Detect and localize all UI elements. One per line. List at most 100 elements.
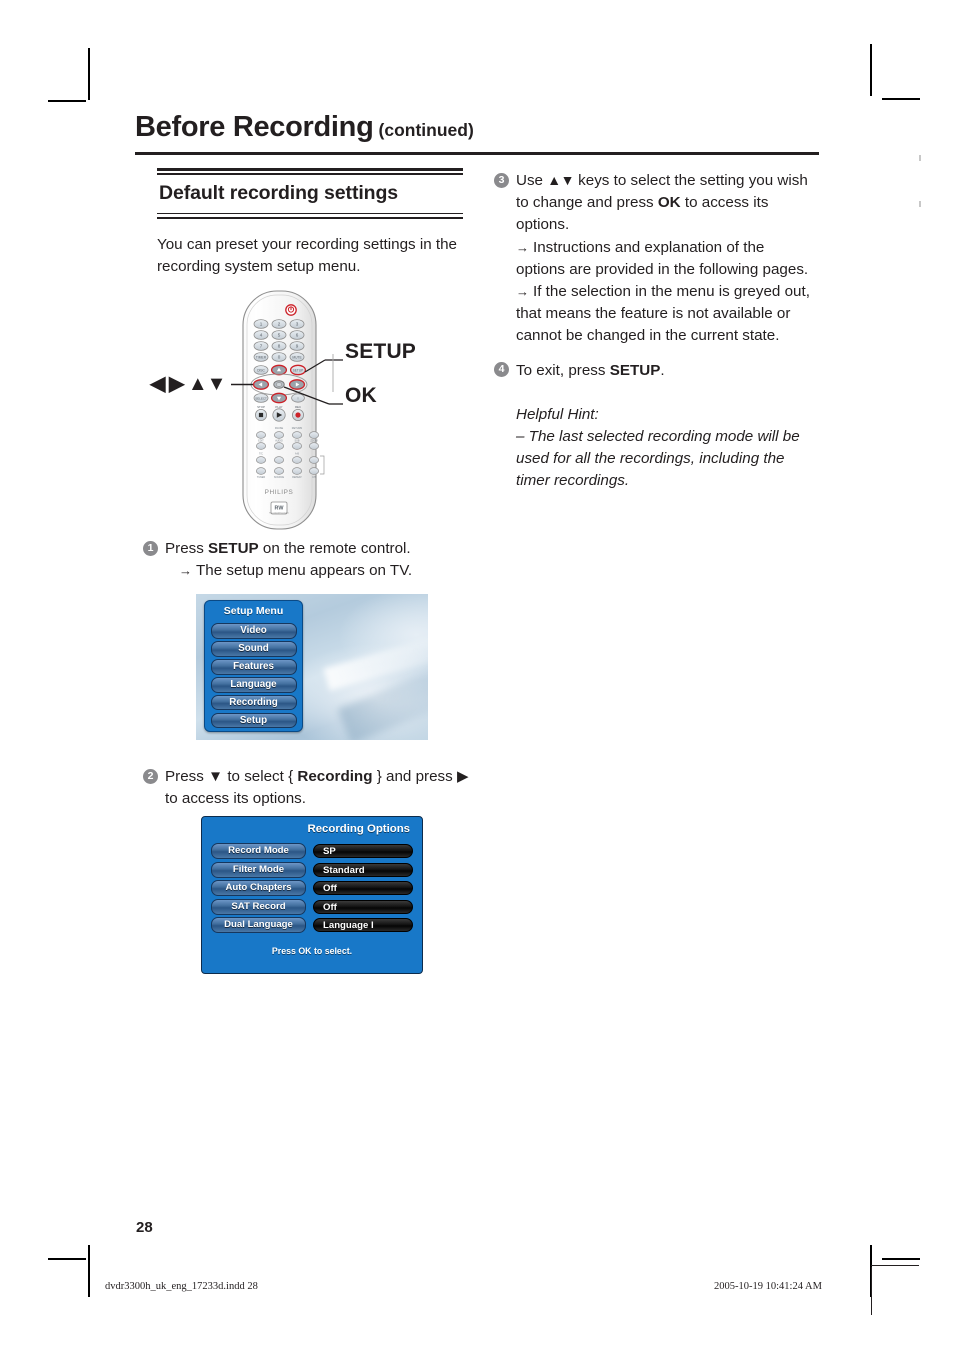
step-4-part1: To exit, press <box>516 361 610 379</box>
svg-text:RecordableRewritable: RecordableRewritable <box>269 512 290 515</box>
header-divider <box>135 152 819 155</box>
step-3-substep-1: → Instructions and explanation of the opt… <box>516 237 812 281</box>
svg-text:CH: CH <box>312 476 316 479</box>
crop-mark-top-left-horizontal <box>48 100 86 102</box>
option-label-filter-mode: Filter Mode <box>211 861 306 878</box>
table-row[interactable]: Record Mode SP <box>211 843 413 859</box>
remote-control-svg: 123 456 789 TIMER0MUTE DISC SETUP SELE <box>231 290 343 530</box>
setup-menu-item-recording[interactable]: Recording <box>210 694 297 711</box>
step-3: 3 Use ▲▼ keys to select the setting you … <box>494 170 812 348</box>
svg-text:PLAY: PLAY <box>275 405 282 409</box>
table-row[interactable]: Dual Language Language I <box>211 917 413 933</box>
setup-menu-item-features[interactable]: Features <box>210 659 297 675</box>
svg-text:REPEAT: REPEAT <box>292 476 302 479</box>
svg-text:SUB: SUB <box>295 440 300 443</box>
step-4: 4 To exit, press SETUP. <box>494 360 812 382</box>
table-row[interactable]: Filter Mode Standard <box>211 861 413 878</box>
setup-menu-item-sound[interactable]: Sound <box>210 641 297 657</box>
step-4-number: 4 <box>494 362 509 377</box>
right-column: 3 Use ▲▼ keys to select the setting you … <box>494 170 812 492</box>
svg-text:TIMER: TIMER <box>256 355 267 359</box>
crop-mark-bottom-right-horizontal <box>882 1258 920 1260</box>
callout-label-setup: SETUP <box>345 340 417 363</box>
footer-file-name: dvdr3300h_uk_eng_17233d.indd 28 <box>105 1281 258 1292</box>
arrow-down-icon: ▼ <box>208 768 224 785</box>
setup-menu-panel: Setup Menu Video Sound Features Language… <box>204 600 303 732</box>
remote-brand-text: PHILIPS <box>265 489 294 496</box>
step-3-number: 3 <box>494 172 509 188</box>
step-3-substep-1-text: Instructions and explanation of the opti… <box>516 238 809 278</box>
setup-menu-item-video[interactable]: Video <box>210 623 297 639</box>
setup-menu-title: Setup Menu <box>223 605 284 617</box>
svg-text:SELECT: SELECT <box>255 396 267 400</box>
section-heading: Default recording settings <box>159 181 399 204</box>
step-1-bold-setup: SETUP <box>208 540 259 557</box>
page-title: Before Recording <box>135 111 374 143</box>
step-3-bold-ok: OK <box>657 194 681 212</box>
callout-label-ok: OK <box>345 384 377 407</box>
svg-text:AUDIO: AUDIO <box>275 440 283 443</box>
callout-label-arrow-keys: ◀ ▶ ▲▼ <box>150 373 226 395</box>
svg-text:PAUSE: PAUSE <box>275 427 284 430</box>
option-value-record-mode[interactable]: SP <box>313 844 413 858</box>
svg-text:STOP: STOP <box>257 405 265 409</box>
step-2-bold-recording: Recording <box>297 768 373 785</box>
page-header: Before Recording (continued) <box>135 111 819 143</box>
svg-text:A-B: A-B <box>295 453 299 456</box>
remote-control-illustration: 123 456 789 TIMER0MUTE DISC SETUP SELE <box>150 288 457 536</box>
recording-options-title: Recording Options <box>307 823 410 835</box>
svg-text:DISC: DISC <box>257 368 265 372</box>
footer-divider-vertical <box>871 1267 873 1315</box>
table-row[interactable]: Auto Chapters Off <box>211 880 413 896</box>
step-1-substep: → The setup menu appears on TV. <box>165 560 485 582</box>
svg-text:REC: REC <box>295 405 301 409</box>
svg-text:3: 3 <box>296 322 299 327</box>
crop-mark-bottom-left-horizontal <box>48 1258 86 1260</box>
option-value-filter-mode[interactable]: Standard <box>313 862 413 877</box>
step-3-part1: Use <box>516 172 548 189</box>
step-2-number: 2 <box>143 768 158 784</box>
svg-text:TUNER: TUNER <box>257 476 266 479</box>
svg-text:2: 2 <box>278 322 281 327</box>
option-value-sat-record[interactable]: Off <box>313 899 413 914</box>
registration-dot-upper <box>919 155 921 161</box>
svg-text:EDIT: EDIT <box>258 440 264 443</box>
crop-mark-top-right-vertical <box>870 44 872 96</box>
svg-text:6: 6 <box>296 333 299 338</box>
helpful-hint-block: Helpful Hint: – The last selected record… <box>494 404 812 493</box>
arrow-right-nav-icon: ▶ <box>456 768 469 785</box>
page-title-continued: (continued) <box>378 120 474 140</box>
step-1-substep-text: The setup menu appears on TV. <box>196 562 413 580</box>
helpful-hint-title: Helpful Hint: <box>516 405 599 423</box>
step-2-part1: Press <box>165 768 209 785</box>
step-1-text-after: on the remote control. <box>258 540 411 557</box>
crop-mark-top-left-vertical <box>88 48 90 100</box>
table-row[interactable]: SAT Record Off <box>211 898 413 915</box>
remote-disc-logo-text: RW <box>275 506 285 512</box>
arrow-right-icon: → <box>516 283 529 299</box>
setup-menu-item-setup[interactable]: Setup <box>210 712 297 729</box>
svg-text:4: 4 <box>260 333 263 338</box>
step-1-text-before: Press <box>165 540 209 557</box>
svg-text:5: 5 <box>278 333 281 338</box>
step-3-substep-2: → If the selection in the menu is greyed … <box>516 281 812 348</box>
footer-timestamp: 2005-10-19 10:41:24 AM <box>714 1281 822 1292</box>
svg-text:8: 8 <box>278 344 281 349</box>
svg-text:SETUP: SETUP <box>293 368 304 372</box>
section-rule-bottom <box>157 212 463 220</box>
setup-menu-item-language[interactable]: Language <box>210 677 297 693</box>
manual-page: Before Recording (continued) Default reco… <box>0 0 954 1347</box>
step-4-bold-setup: SETUP <box>609 361 661 379</box>
option-label-record-mode: Record Mode <box>211 843 306 859</box>
tv-screen-setup-menu: Setup Menu Video Sound Features Language… <box>196 594 428 740</box>
option-label-dual-language: Dual Language <box>211 917 306 933</box>
crop-mark-top-right-horizontal <box>882 98 920 100</box>
svg-text:ZOOM: ZOOM <box>310 440 317 443</box>
option-value-auto-chapters[interactable]: Off <box>313 881 413 895</box>
svg-text:RETURN: RETURN <box>292 427 303 430</box>
option-value-dual-language[interactable]: Language I <box>313 918 413 932</box>
crop-mark-bottom-left-vertical <box>88 1245 90 1297</box>
svg-text:0: 0 <box>278 355 281 360</box>
step-2-part4: to access its options. <box>165 790 306 808</box>
svg-text:T/C: T/C <box>259 453 263 456</box>
